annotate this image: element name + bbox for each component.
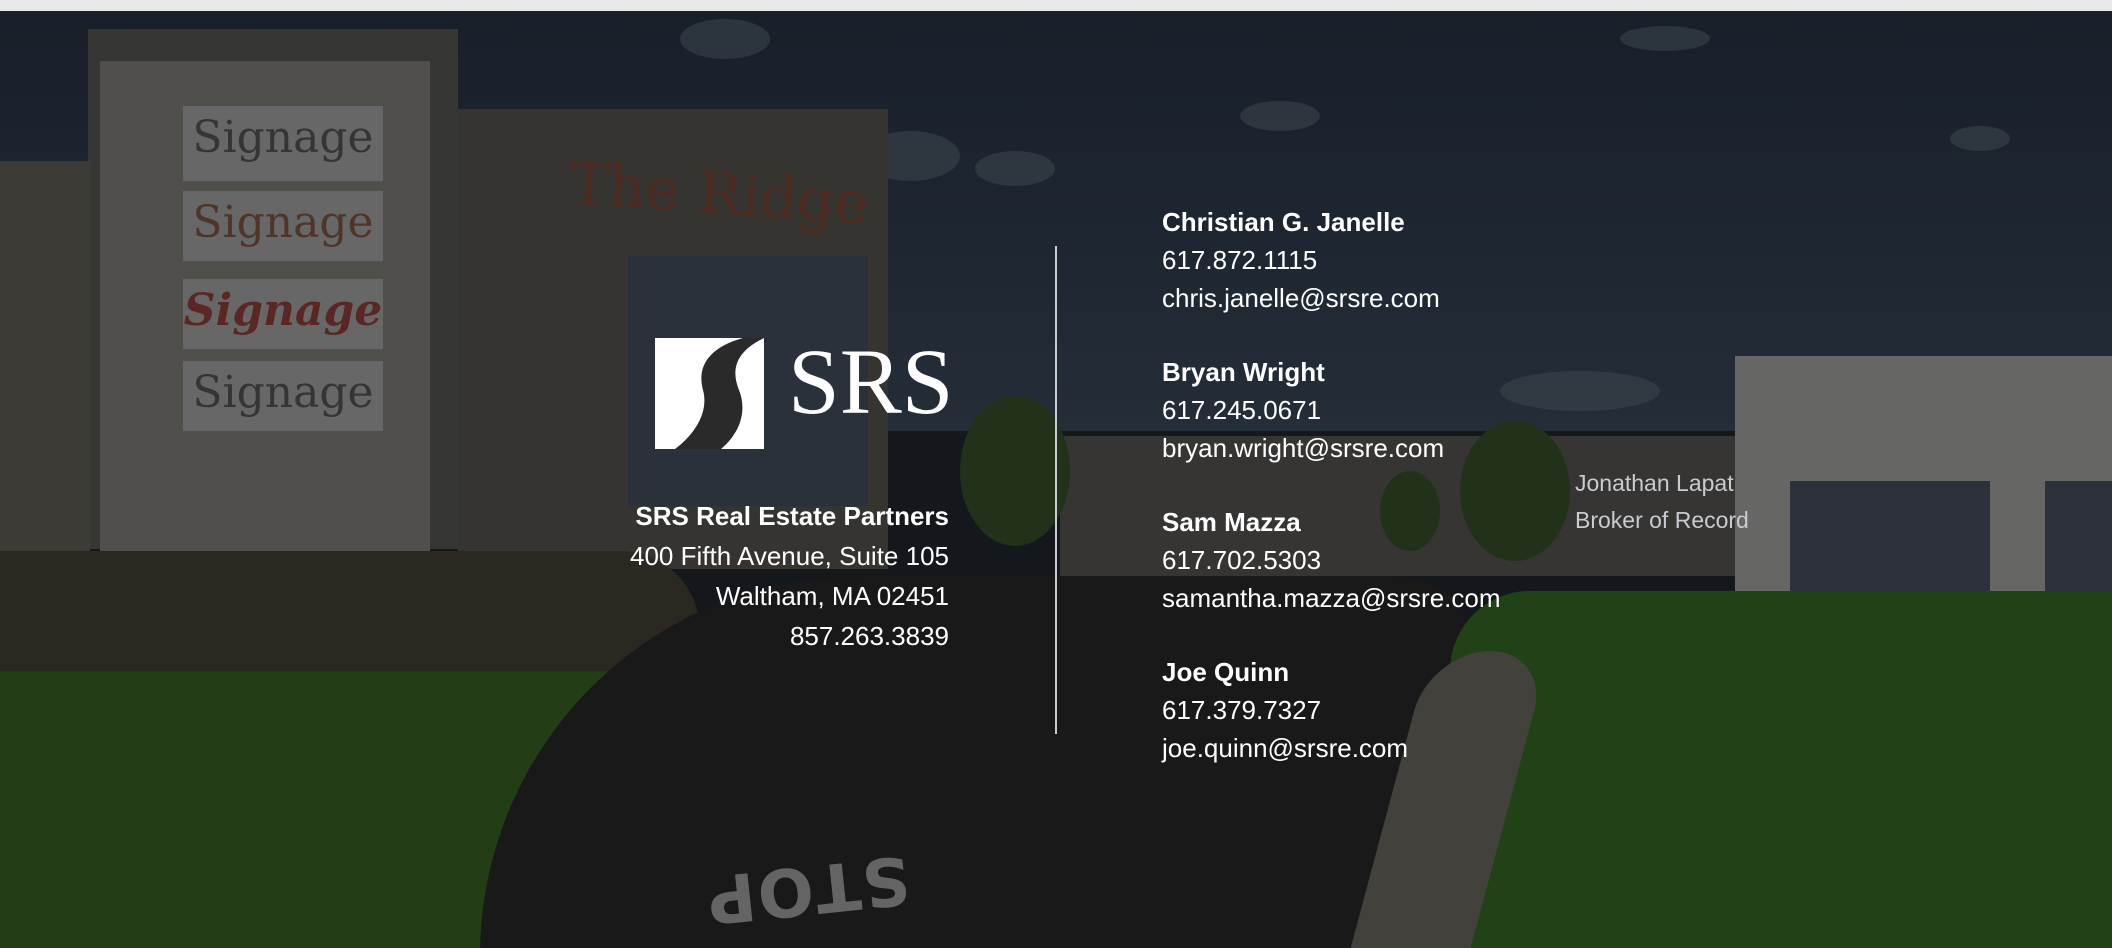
- contact-email[interactable]: joe.quinn@srsre.com: [1162, 729, 1501, 767]
- logo-wordmark: SRS: [788, 331, 954, 434]
- company-name: SRS Real Estate Partners: [635, 501, 949, 531]
- contact-name: Sam Mazza: [1162, 507, 1301, 537]
- broker-title: Broker of Record: [1575, 507, 1749, 533]
- contact-phone[interactable]: 617.702.5303: [1162, 541, 1501, 579]
- srs-logo: SRS: [655, 329, 953, 449]
- contact-email[interactable]: bryan.wright@srsre.com: [1162, 429, 1501, 467]
- logo-s-mark-icon: [655, 338, 764, 449]
- address-line-1: 400 Fifth Avenue, Suite 105: [630, 541, 949, 571]
- vertical-divider: [1055, 246, 1057, 734]
- contact-phone[interactable]: 617.245.0671: [1162, 391, 1501, 429]
- company-info: SRS Real Estate Partners 400 Fifth Avenu…: [630, 496, 949, 656]
- contact-card: Joe Quinn 617.379.7327 joe.quinn@srsre.c…: [1162, 653, 1501, 767]
- contact-name: Bryan Wright: [1162, 357, 1325, 387]
- contact-list: Christian G. Janelle 617.872.1115 chris.…: [1162, 203, 1501, 803]
- contact-name: Joe Quinn: [1162, 657, 1290, 687]
- contact-email[interactable]: chris.janelle@srsre.com: [1162, 279, 1501, 317]
- address-line-2: Waltham, MA 02451: [715, 581, 949, 611]
- broker-name: Jonathan Lapat: [1575, 470, 1734, 496]
- contact-name: Christian G. Janelle: [1162, 207, 1405, 237]
- contact-card: Christian G. Janelle 617.872.1115 chris.…: [1162, 203, 1501, 317]
- contact-email[interactable]: samantha.mazza@srsre.com: [1162, 579, 1501, 617]
- contact-card: Bryan Wright 617.245.0671 bryan.wright@s…: [1162, 353, 1501, 467]
- contact-card: Sam Mazza 617.702.5303 samantha.mazza@sr…: [1162, 503, 1501, 617]
- broker-info: Jonathan Lapat Broker of Record: [1575, 465, 1749, 539]
- contact-phone[interactable]: 617.872.1115: [1162, 241, 1501, 279]
- contact-phone[interactable]: 617.379.7327: [1162, 691, 1501, 729]
- company-phone[interactable]: 857.263.3839: [630, 616, 949, 656]
